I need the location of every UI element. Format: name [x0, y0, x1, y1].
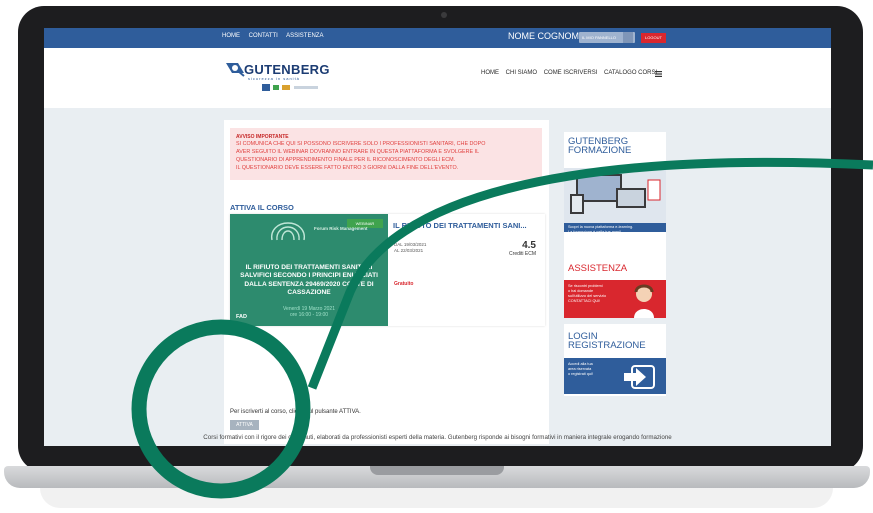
laptop-shadow: [40, 488, 833, 508]
webcam-icon: [441, 12, 447, 18]
assistenza-title: ASSISTENZA: [568, 263, 628, 274]
section-title: ATTIVA IL CORSO: [230, 203, 294, 212]
course-time: ore 16:00 - 19:00: [289, 312, 329, 318]
gutenberg-title: GUTENBERG FORMAZIONE: [568, 137, 632, 156]
course-image-date: Venerdì 19 Marzo 2021 ore 16:00 - 19:00: [230, 306, 388, 318]
notice-line: SI COMUNICA CHE QUI SI POSSONO ISCRIVERE…: [236, 141, 486, 147]
devices-icon: [570, 174, 661, 214]
login-title: LOGIN REGISTRAZIONE: [568, 332, 646, 351]
browser-screen: HOME CONTATTI ASSISTENZA NOME COGNOME IL…: [44, 28, 831, 446]
notice-title: AVVISO IMPORTANTE: [236, 134, 289, 140]
main-nav: HOME CHI SIAMO COME ISCRIVERSI CATALOGO …: [481, 70, 662, 76]
nav-catalogo-corsi[interactable]: CATALOGO CORSI: [604, 70, 657, 76]
credits-value: 4.5: [522, 240, 536, 251]
forum-label: Forum Risk Management: [314, 226, 368, 231]
top-bar: HOME CONTATTI ASSISTENZA NOME COGNOME IL…: [44, 28, 831, 48]
footer-text: Corsi formativi con il rigore dei conten…: [203, 434, 672, 441]
credits-label: Crediti ECM: [509, 251, 536, 257]
top-nav: HOME CONTATTI ASSISTENZA: [222, 33, 330, 39]
assistenza-caption-line[interactable]: CONTATTACI QUI!: [568, 299, 606, 304]
course-title[interactable]: IL RIFIUTO DEI TRATTAMENTI SANI...: [393, 221, 527, 230]
top-nav-home[interactable]: HOME: [222, 33, 240, 39]
user-panel-label: IL MIO PANNELLO: [582, 35, 617, 40]
course-dates: DAL 19/03/2021 AL 22/03/2021: [394, 242, 426, 254]
logo-text[interactable]: GUTENBERG: [244, 62, 330, 77]
devices-image: [564, 168, 666, 223]
course-price: Gratuito: [394, 281, 414, 287]
laptop-notch: [370, 466, 504, 475]
chevron-down-icon: [623, 32, 633, 43]
logo-subtitle: sicurezza in sanità: [248, 76, 300, 81]
attiva-button[interactable]: ATTIVA: [230, 420, 259, 430]
login-title-line: REGISTRAZIONE: [568, 340, 646, 351]
course-image-title: IL RIFIUTO DEI TRATTAMENTI SANITARI SALV…: [240, 264, 378, 297]
gutenberg-logo-icon[interactable]: [224, 59, 246, 77]
assistenza-caption: Se riscontri problemi o hai domande sull…: [568, 284, 606, 304]
course-end-date: AL 22/03/2021: [394, 248, 424, 253]
logout-button[interactable]: LOGOUT: [641, 33, 666, 43]
user-name: NOME COGNOME: [508, 31, 586, 41]
gutenberg-title-line: FORMAZIONE: [568, 145, 632, 156]
top-nav-contatti[interactable]: CONTATTI: [249, 33, 278, 39]
user-panel-select[interactable]: IL MIO PANNELLO: [579, 32, 635, 43]
site-header: [44, 48, 831, 108]
partner-logos-icon: [262, 84, 318, 91]
notice-line: QUESTIONARIO DI APPRENDIMENTO FINALE PER…: [236, 157, 456, 163]
notice-line: IL QUESTIONARIO DEVE ESSERE FATTO ENTRO …: [236, 165, 459, 171]
fingerprint-icon: [271, 222, 305, 241]
fad-label: FAD: [236, 314, 247, 320]
notice-line: AVER SEGUITO IL WEBINAR DOVRANNO ENTRARE…: [236, 149, 480, 155]
enroll-instructions: Per iscriverti al corso, clicca sul puls…: [230, 409, 361, 415]
top-nav-assistenza[interactable]: ASSISTENZA: [286, 33, 323, 39]
nav-home[interactable]: HOME: [481, 70, 499, 76]
hamburger-menu-icon[interactable]: [655, 71, 662, 77]
login-caption: Accedi alla tua area riservata o registr…: [568, 362, 593, 377]
login-caption-line: o registrati qui!: [568, 372, 593, 376]
nav-chi-siamo[interactable]: CHI SIAMO: [506, 70, 537, 76]
nav-come-iscriversi[interactable]: COME ISCRIVERSI: [544, 70, 598, 76]
